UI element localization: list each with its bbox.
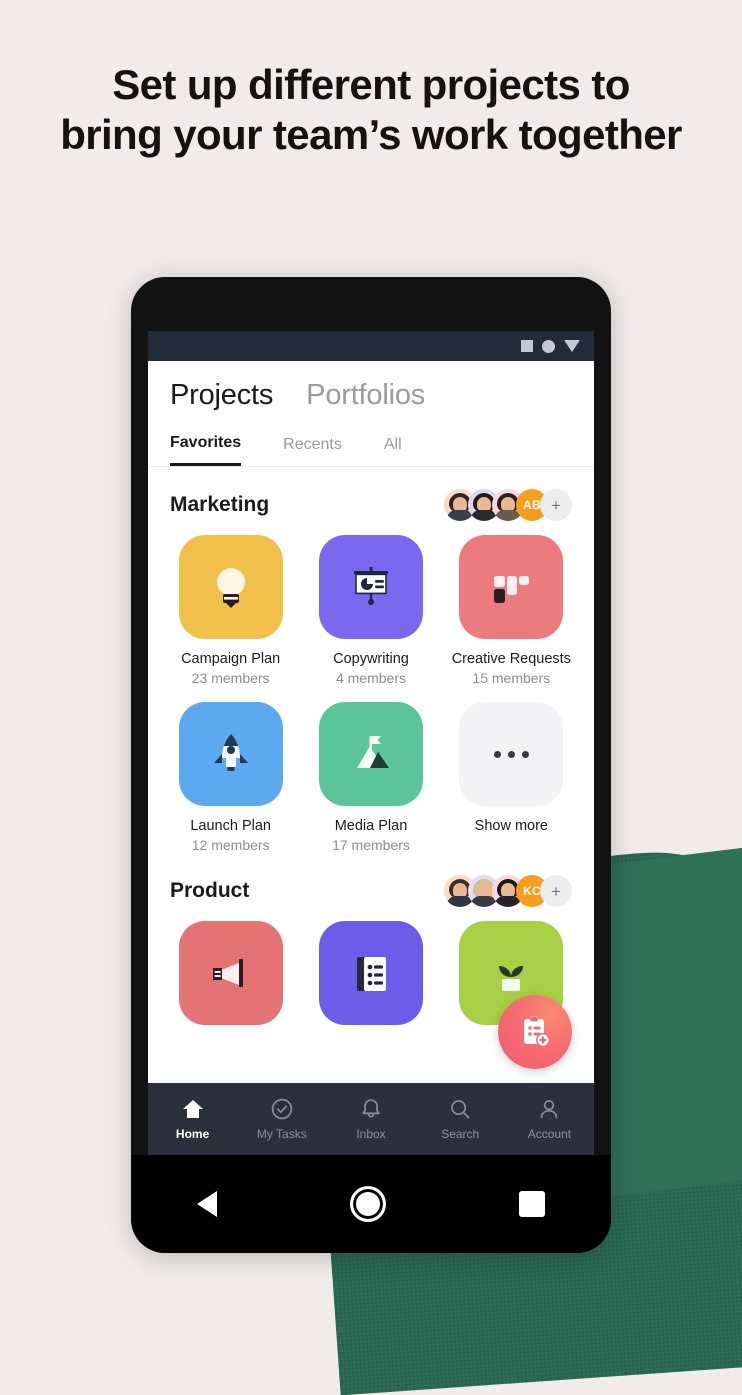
lightbulb-icon <box>216 568 245 608</box>
project-tile[interactable] <box>459 535 564 639</box>
status-bar <box>148 331 594 361</box>
person-icon <box>541 1100 558 1119</box>
nav-label: Home <box>175 1127 210 1141</box>
circle-icon <box>542 339 555 353</box>
nav-label: My Tasks <box>256 1127 307 1141</box>
app-header: Projects Portfolios Favorites Recents Al… <box>148 361 594 466</box>
page-headline: Set up different projects to bring your … <box>0 60 742 159</box>
add-task-clipboard-icon <box>524 1016 550 1047</box>
show-more-label: Show more <box>474 818 548 834</box>
add-member-button[interactable]: + <box>540 489 572 521</box>
headline-line-2: bring your team’s work together <box>60 110 682 158</box>
show-more-card[interactable]: Show more <box>451 702 572 853</box>
phone-screen: Projects Portfolios Favorites Recents Al… <box>148 331 594 1155</box>
project-members: 23 members <box>191 670 270 686</box>
filter-tab-favorites[interactable]: Favorites <box>170 434 242 466</box>
group-marketing: Marketing AB + Campaign Plan 23 members … <box>148 467 594 853</box>
kanban-icon <box>494 576 530 603</box>
search-icon <box>451 1100 470 1119</box>
filter-tabs: Favorites Recents All <box>170 434 572 466</box>
project-tile[interactable] <box>178 535 283 639</box>
project-card[interactable]: Media Plan 17 members <box>310 702 431 853</box>
tab-projects[interactable]: Projects <box>170 379 273 412</box>
project-tile[interactable] <box>178 921 283 1025</box>
project-members: 4 members <box>335 670 406 686</box>
android-system-nav <box>131 1155 611 1253</box>
project-tile[interactable] <box>318 702 423 806</box>
notebook-icon <box>356 957 386 991</box>
filter-tab-all[interactable]: All <box>384 436 402 465</box>
presentation-icon <box>353 567 388 605</box>
triangle-down-icon <box>564 340 580 352</box>
project-title: Copywriting <box>333 651 409 667</box>
nav-item-account[interactable]: Account <box>505 1097 594 1141</box>
project-tile[interactable] <box>318 921 423 1025</box>
square-icon <box>521 340 533 352</box>
group-title: Product <box>170 879 250 902</box>
project-members: 15 members <box>472 670 551 686</box>
bell-icon <box>362 1099 380 1118</box>
headline-line-1: Set up different projects to <box>112 61 630 108</box>
ellipsis-icon <box>493 750 529 758</box>
primary-tabs: Projects Portfolios <box>170 379 572 412</box>
project-members: 12 members <box>191 837 270 853</box>
megaphone-icon <box>212 959 243 987</box>
project-tile[interactable] <box>178 702 283 806</box>
add-member-button[interactable]: + <box>540 875 572 907</box>
bottom-navigation: Home My Tasks Inbox Search Account <box>148 1083 594 1155</box>
project-title: Creative Requests <box>451 651 571 667</box>
nav-item-my-tasks[interactable]: My Tasks <box>237 1097 326 1141</box>
group-avatars: KC + <box>444 875 572 907</box>
group-header: Product KC + <box>170 853 572 921</box>
project-card[interactable]: Launch Plan 12 members <box>170 702 291 853</box>
project-title: Campaign Plan <box>181 651 281 667</box>
project-card[interactable]: Campaign Plan 23 members <box>170 535 291 686</box>
project-card[interactable]: Copywriting 4 members <box>310 535 431 686</box>
check-circle-icon <box>271 1098 293 1120</box>
project-title: Launch Plan <box>190 818 271 834</box>
project-grid: Campaign Plan 23 members Copywriting 4 m… <box>170 535 572 853</box>
nav-label: Account <box>527 1127 572 1141</box>
create-task-fab[interactable] <box>498 995 572 1069</box>
back-triangle-icon[interactable] <box>197 1191 218 1217</box>
mountain-icon <box>356 736 389 768</box>
nav-item-home[interactable]: Home <box>148 1097 237 1141</box>
nav-label: Search <box>441 1127 480 1141</box>
nav-item-search[interactable]: Search <box>416 1097 505 1141</box>
filter-tab-recents[interactable]: Recents <box>283 436 342 465</box>
group-title: Marketing <box>170 493 270 516</box>
group-header: Marketing AB + <box>170 467 572 535</box>
phone-mockup: Projects Portfolios Favorites Recents Al… <box>131 277 611 1253</box>
nav-label: Inbox <box>356 1127 386 1141</box>
group-avatars: AB + <box>444 489 572 521</box>
project-card[interactable]: Creative Requests 15 members <box>451 535 572 686</box>
project-tile[interactable] <box>318 535 423 639</box>
project-card[interactable] <box>170 921 291 1037</box>
project-card[interactable] <box>310 921 431 1037</box>
plant-icon <box>499 966 524 991</box>
project-members: 17 members <box>332 837 410 853</box>
rocket-icon <box>213 734 248 771</box>
project-title: Media Plan <box>334 818 408 834</box>
tab-portfolios[interactable]: Portfolios <box>306 379 425 412</box>
recents-square-icon[interactable] <box>518 1191 545 1217</box>
show-more-tile[interactable] <box>459 702 564 806</box>
nav-item-inbox[interactable]: Inbox <box>326 1097 415 1141</box>
home-circle-icon[interactable] <box>349 1186 386 1222</box>
home-icon <box>182 1100 203 1118</box>
